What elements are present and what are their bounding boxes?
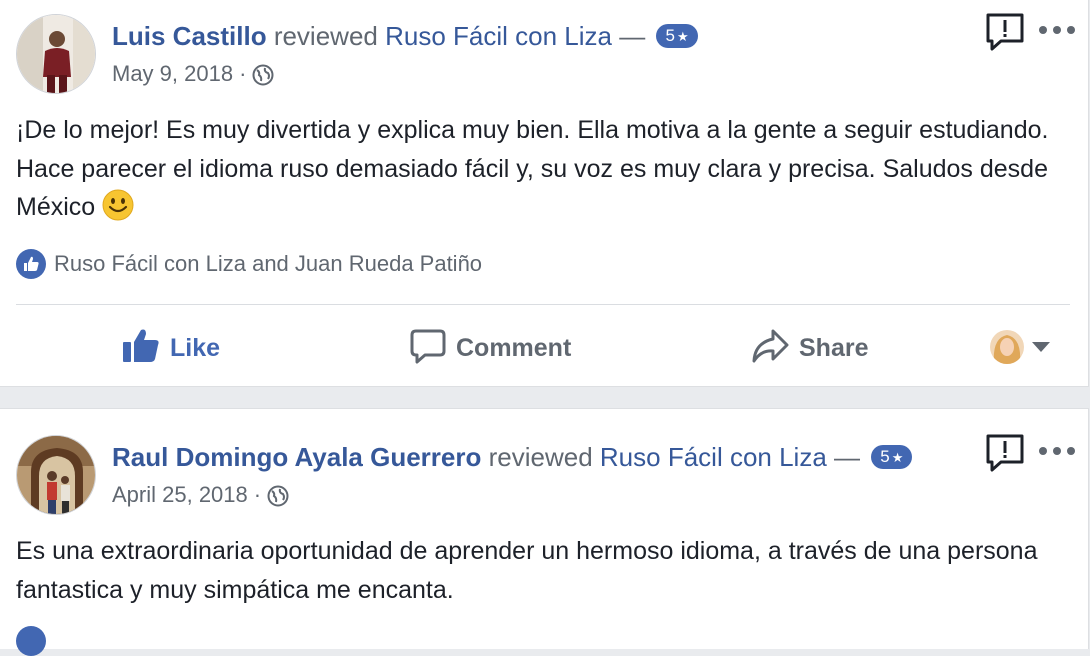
report-icon[interactable] (985, 12, 1025, 52)
review-meta: May 9, 2018 · (112, 60, 274, 93)
likers-text: Ruso Fácil con Liza and Juan Rueda Patiñ… (54, 251, 483, 276)
reviewer-name[interactable]: Luis Castillo (112, 21, 267, 51)
rating-value: 5 (880, 447, 890, 466)
reviewer-avatar[interactable] (16, 435, 96, 515)
review-header: Raul Domingo Ayala Guerrero reviewed Rus… (112, 441, 913, 473)
globe-icon[interactable] (267, 485, 289, 514)
chevron-down-icon[interactable] (1032, 342, 1050, 352)
smile-emoji-icon (102, 189, 134, 233)
like-label: Like (170, 334, 221, 362)
likes-summary[interactable]: Ruso Fácil con Liza and Juan Rueda Patiñ… (16, 248, 482, 280)
rating-value: 5 (665, 26, 675, 45)
dash: — (834, 442, 861, 472)
more-options-icon[interactable] (1037, 20, 1077, 40)
review-verb: reviewed (273, 21, 378, 51)
rating-badge: 5 ★ (656, 24, 698, 48)
review-text-content: ¡De lo mejor! Es muy divertida y explica… (16, 116, 1049, 221)
review-header: Luis Castillo reviewed Ruso Fácil con Li… (112, 20, 698, 52)
dash: — (619, 21, 646, 51)
review-card: Luis Castillo reviewed Ruso Fácil con Li… (0, 0, 1089, 387)
review-text: Es una extraordinaria oportunidad de apr… (16, 532, 1068, 609)
review-verb: reviewed (488, 442, 593, 472)
review-date[interactable]: April 25, 2018 (112, 482, 248, 507)
share-label: Share (799, 334, 869, 362)
like-button[interactable]: Like (122, 326, 220, 370)
like-reaction-icon (16, 249, 46, 279)
star-icon: ★ (676, 29, 689, 44)
divider (16, 304, 1070, 305)
page-link[interactable]: Ruso Fácil con Liza (385, 21, 612, 51)
meta-separator: · (253, 482, 262, 507)
review-card: Raul Domingo Ayala Guerrero reviewed Rus… (0, 408, 1089, 649)
rating-badge: 5 ★ (871, 445, 913, 469)
comment-button[interactable]: Comment (410, 326, 571, 370)
like-reaction-icon (16, 626, 46, 656)
share-button[interactable]: Share (751, 326, 868, 370)
star-icon: ★ (891, 450, 904, 465)
comment-icon (410, 329, 446, 364)
review-text-content: Es una extraordinaria oportunidad de apr… (16, 537, 1038, 604)
review-date[interactable]: May 9, 2018 (112, 61, 233, 86)
thumbs-up-icon (123, 329, 159, 362)
reviewer-name[interactable]: Raul Domingo Ayala Guerrero (112, 442, 481, 472)
reviewer-avatar[interactable] (16, 14, 96, 94)
page-link[interactable]: Ruso Fácil con Liza (600, 442, 827, 472)
report-icon[interactable] (985, 433, 1025, 473)
comment-label: Comment (456, 334, 572, 362)
review-meta: April 25, 2018 · (112, 481, 289, 514)
more-options-icon[interactable] (1037, 441, 1077, 461)
review-text: ¡De lo mejor! Es muy divertida y explica… (16, 111, 1068, 233)
share-icon (752, 329, 789, 363)
viewer-avatar[interactable] (990, 330, 1024, 364)
globe-icon[interactable] (252, 64, 274, 93)
meta-separator: · (239, 61, 247, 86)
